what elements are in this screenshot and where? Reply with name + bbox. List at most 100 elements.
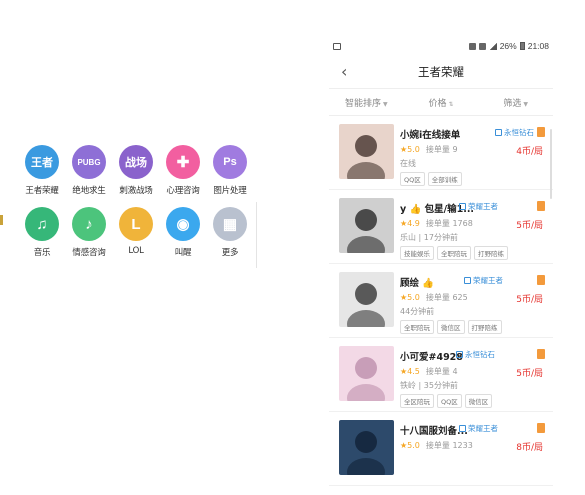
honor-of-kings-icon: 王者 xyxy=(25,145,59,179)
sort-dropdown[interactable]: 智能排序 ▼ xyxy=(329,96,404,109)
player-card[interactable]: y 👍 包星/输1... 荣耀王者 ★4.9 接单量 1768 5币/局 乐山 | 17分… xyxy=(329,190,553,264)
category-label: LOL xyxy=(128,246,144,256)
order-count: 接单量 1233 xyxy=(425,441,473,450)
player-list: 小婉i在线接单 永恒钻石 ★5.0 接单量 9 4币/局 在线 QQ区 全部训练 y 👍 包星/… xyxy=(329,116,553,486)
tag: 微信区 xyxy=(464,394,493,408)
price: 4币/局 xyxy=(516,147,543,157)
price-sort[interactable]: 价格 ⇅ xyxy=(404,96,479,109)
filter-dropdown[interactable]: 筛选 ▼ xyxy=(478,96,553,109)
rating: 4.5 xyxy=(407,367,420,376)
diamond-icon xyxy=(459,203,466,210)
icon-glyph: Ps xyxy=(223,156,237,168)
icon-glyph: 战场 xyxy=(125,157,147,169)
category-microphone[interactable]: ♫ 音乐 xyxy=(18,207,66,267)
player-stats: ★4.9 接单量 1768 xyxy=(400,218,473,229)
rating: 5.0 xyxy=(407,145,420,154)
tag-list: 全区陪玩 QQ区 微信区 xyxy=(400,394,493,408)
category-photoshop[interactable]: Ps 图片处理 xyxy=(206,145,254,205)
player-name: 小婉i在线接单 xyxy=(400,130,461,141)
player-name: 顾绘 👍 xyxy=(400,278,435,289)
icon-glyph: PUBG xyxy=(77,157,101,167)
location-time: 铁岭 | 35分钟前 xyxy=(400,381,458,390)
tag-list: QQ区 全部训练 xyxy=(400,172,462,186)
location-time: 44分钟前 xyxy=(400,307,435,316)
player-name: 小可爱#4928 xyxy=(400,352,463,363)
verified-icon xyxy=(537,349,545,359)
player-stats: ★5.0 接单量 9 xyxy=(400,144,458,155)
icon-glyph: ♪ xyxy=(85,215,93,233)
rank-badge: 荣耀王者 xyxy=(464,275,503,286)
nfc-icon xyxy=(478,42,486,50)
category-label: 叫醒 xyxy=(174,248,192,258)
avatar-silhouette xyxy=(347,209,385,253)
verified-icon xyxy=(537,423,545,433)
scrollbar[interactable] xyxy=(550,129,552,199)
microphone-icon: ♫ xyxy=(25,207,59,241)
diamond-icon xyxy=(495,129,502,136)
category-label: 更多 xyxy=(221,248,239,258)
icon-glyph: ♫ xyxy=(36,215,48,233)
category-heart-plus[interactable]: ✚ 心理咨询 xyxy=(159,145,207,205)
category-label: 图片处理 xyxy=(213,186,247,196)
category-lol[interactable]: L LOL xyxy=(112,207,160,267)
tag: 打野陪练 xyxy=(467,320,502,334)
icon-glyph: L xyxy=(131,215,141,233)
chevron-left-icon[interactable]: ‹ xyxy=(341,64,347,80)
player-stats: ★5.0 接单量 1233 xyxy=(400,440,473,451)
player-card[interactable]: 顾绘 👍 荣耀王者 ★5.0 接单量 625 5币/局 44分钟前 全职陪玩 微信区 打野陪练 xyxy=(329,264,553,338)
tag: 全部训练 xyxy=(427,172,462,186)
rating: 5.0 xyxy=(407,441,420,450)
signal-icon xyxy=(488,42,497,50)
player-name: 十八国服刘备... xyxy=(400,426,468,437)
tag-list: 技能娱乐 全职陪玩 打野陪练 xyxy=(400,246,508,260)
helmet-icon: 战场 xyxy=(119,145,153,179)
phone-screen: 26% 21:08 ‹ 王者荣耀 智能排序 ▼ 价格 ⇅ 筛选 ▼ 小婉i在线接单永恒… xyxy=(329,34,553,495)
price: 5币/局 xyxy=(516,221,543,231)
order-count: 接单量 625 xyxy=(425,293,468,302)
category-pubg[interactable]: PUBG 绝地求生 xyxy=(65,145,113,205)
price-label: 价格 xyxy=(428,98,447,109)
category-helmet[interactable]: 战场 刺激战场 xyxy=(112,145,160,205)
tag: 全职陪玩 xyxy=(437,246,471,260)
player-card[interactable]: 小可爱#4928 永恒钻石 ★4.5 接单量 4 5币/局 铁岭 | 35分钟前 全区陪玩 Q… xyxy=(329,338,553,412)
rating: 4.9 xyxy=(407,219,420,228)
avatar-silhouette xyxy=(347,431,385,475)
avatar xyxy=(339,420,394,475)
category-label: 心理咨询 xyxy=(166,186,200,196)
category-honor-of-kings[interactable]: 王者 王者荣耀 xyxy=(18,145,66,205)
caret-down-icon: ▼ xyxy=(383,100,388,108)
category-label: 王者荣耀 xyxy=(25,186,59,196)
rank-label: 永恒钻石 xyxy=(504,128,534,137)
clock: 21:08 xyxy=(527,41,549,51)
page-title: 王者荣耀 xyxy=(418,65,464,79)
avatar xyxy=(339,272,394,327)
player-card[interactable]: 小婉i在线接单 永恒钻石 ★5.0 接单量 9 4币/局 在线 QQ区 全部训练 xyxy=(329,116,553,190)
avatar-silhouette xyxy=(347,357,385,401)
avatar xyxy=(339,124,394,179)
gramophone-icon: ♪ xyxy=(72,207,106,241)
pubg-icon: PUBG xyxy=(72,145,106,179)
category-gramophone[interactable]: ♪ 情感咨询 xyxy=(65,207,113,267)
tag: 全区陪玩 xyxy=(400,394,434,408)
rank-badge: 永恒钻石 xyxy=(456,349,495,360)
avatar xyxy=(339,198,394,253)
category-label: 绝地求生 xyxy=(72,186,106,196)
category-bell[interactable]: ◉ 叫醒 xyxy=(159,207,207,267)
title-bar: ‹ 王者荣耀 xyxy=(329,58,553,88)
category-row-1: 王者 王者荣耀 PUBG 绝地求生 战场 刺激战场 ✚ 心理咨询 Ps 图片处理 xyxy=(0,145,256,205)
category-label: 刺激战场 xyxy=(119,186,153,196)
verified-icon xyxy=(537,127,545,137)
order-count: 接单量 4 xyxy=(425,367,458,376)
bell-icon: ◉ xyxy=(166,207,200,241)
battery-percent: 26% xyxy=(499,41,517,51)
sort-arrows-icon: ⇅ xyxy=(448,100,454,108)
category-more-grid[interactable]: ▦ 更多 xyxy=(206,207,254,267)
mute-icon xyxy=(468,42,476,50)
category-grid-panel: 王者 王者荣耀 PUBG 绝地求生 战场 刺激战场 ✚ 心理咨询 Ps 图片处理 ♫ 音乐 ♪ 情感咨询… xyxy=(0,130,262,270)
rank-label: 荣耀王者 xyxy=(473,276,503,285)
player-card[interactable]: 十八国服刘备... 荣耀王者 ★5.0 接单量 1233 8币/局 xyxy=(329,412,553,486)
verified-icon xyxy=(537,201,545,211)
more-grid-icon: ▦ xyxy=(213,207,247,241)
photoshop-icon: Ps xyxy=(213,145,247,179)
icon-glyph: ◉ xyxy=(176,216,190,233)
